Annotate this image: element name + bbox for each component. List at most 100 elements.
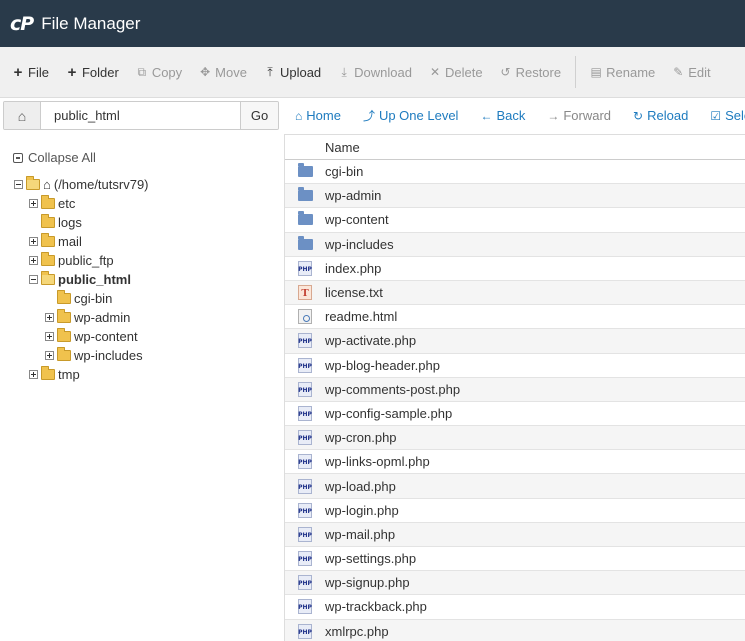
file-type-cell: PHP xyxy=(285,357,325,373)
file-type-cell: PHP xyxy=(285,260,325,276)
edit-button[interactable]: ✎ Edit xyxy=(672,65,710,80)
tree-node-public-ftp[interactable]: public_ftp xyxy=(29,251,114,270)
download-button[interactable]: ⤓ Download xyxy=(338,65,412,80)
tree-node-logs[interactable]: logs xyxy=(29,213,82,232)
column-header-name[interactable]: Name xyxy=(285,135,745,160)
tree-node-public-html[interactable]: public_html xyxy=(29,270,131,289)
expand-toggle-icon[interactable] xyxy=(29,256,38,265)
file-name: wp-mail.php xyxy=(325,526,396,542)
table-row[interactable]: PHP wp-login.php xyxy=(285,499,745,523)
table-row[interactable]: wp-content xyxy=(285,208,745,233)
folder-icon xyxy=(41,214,55,228)
restore-button[interactable]: ↺ Restore xyxy=(500,65,562,80)
php-file-icon: PHP xyxy=(298,454,312,470)
collapse-toggle-icon[interactable] xyxy=(14,180,23,189)
reload-button[interactable]: ↻ Reload xyxy=(633,108,688,123)
tree-node-label: tmp xyxy=(58,367,80,382)
move-label: Move xyxy=(215,64,247,80)
folder-icon xyxy=(297,187,313,202)
move-button[interactable]: ✥ Move xyxy=(199,65,247,80)
home-icon: ⌂ xyxy=(17,107,27,124)
table-row[interactable]: wp-includes xyxy=(285,232,745,257)
table-row[interactable]: PHP wp-load.php xyxy=(285,474,745,499)
php-file-icon: PHP xyxy=(298,502,312,518)
table-row[interactable]: PHP xmlrpc.php xyxy=(285,619,745,641)
table-row[interactable]: PHP wp-trackback.php xyxy=(285,595,745,620)
copy-button[interactable]: ⧉ Copy xyxy=(136,64,183,80)
table-row[interactable]: PHP wp-links-opml.php xyxy=(285,450,745,475)
rename-icon: ▤ xyxy=(590,65,602,79)
tree-node-wp-includes[interactable]: wp-includes xyxy=(45,346,143,365)
table-row[interactable]: PHP wp-mail.php xyxy=(285,522,745,547)
table-row[interactable]: PHP wp-cron.php xyxy=(285,426,745,451)
file-type-cell xyxy=(285,163,325,178)
table-row[interactable]: PHP wp-signup.php xyxy=(285,571,745,596)
delete-label: Delete xyxy=(445,64,483,80)
copy-icon: ⧉ xyxy=(137,64,147,79)
table-row[interactable]: PHP wp-settings.php xyxy=(285,547,745,572)
new-file-button[interactable]: + File xyxy=(12,64,49,81)
expand-toggle-icon[interactable] xyxy=(45,332,54,341)
delete-button[interactable]: ✕ Delete xyxy=(429,65,483,80)
back-button[interactable]: ← Back xyxy=(480,108,525,123)
tree-node-cgi-bin[interactable]: cgi-bin xyxy=(45,289,112,308)
home-button[interactable]: ⌂ Home xyxy=(295,108,341,123)
tree-node-root[interactable]: ⌂ (/home/tutsrv79) xyxy=(14,175,149,194)
expand-toggle-icon[interactable] xyxy=(45,313,54,322)
table-row[interactable]: Tlicense.txt xyxy=(285,280,745,306)
home-label: Home xyxy=(306,108,341,123)
select-all-button[interactable]: ☑ Select xyxy=(710,108,745,123)
expand-toggle-icon[interactable] xyxy=(45,351,54,360)
reload-icon: ↻ xyxy=(633,108,644,123)
table-row[interactable]: PHP wp-activate.php xyxy=(285,329,745,354)
collapse-all-button[interactable]: Collapse All xyxy=(13,150,96,165)
expand-toggle-icon[interactable] xyxy=(29,237,38,246)
home-icon: ⌂ xyxy=(43,177,51,192)
upload-button[interactable]: ⤒ Upload xyxy=(264,65,321,80)
arrow-left-icon: ← xyxy=(480,108,493,123)
up-one-level-button[interactable]: ⤴ Up One Level xyxy=(363,107,459,124)
tree-node-label: cgi-bin xyxy=(74,291,113,306)
tree-node-wp-admin[interactable]: wp-admin xyxy=(45,308,130,327)
go-button[interactable]: Go xyxy=(240,102,278,129)
new-folder-button[interactable]: + Folder xyxy=(66,64,119,81)
expand-toggle-icon[interactable] xyxy=(29,199,38,208)
file-name: license.txt xyxy=(325,285,383,301)
file-name: wp-cron.php xyxy=(325,430,397,446)
file-type-cell xyxy=(285,211,325,226)
table-row[interactable]: wp-admin xyxy=(285,184,745,209)
table-row[interactable]: PHP index.php xyxy=(285,257,745,281)
tree-node-label: etc xyxy=(58,196,76,211)
file-type-cell: PHP xyxy=(285,478,325,494)
file-name: wp-signup.php xyxy=(325,575,410,591)
upload-label: Upload xyxy=(279,64,322,80)
table-row[interactable]: PHP wp-config-sample.php xyxy=(285,402,745,427)
file-list-body: cgi-bin wp-admin wp-content wp-includes PHP i… xyxy=(285,160,745,641)
home-directory-button[interactable]: ⌂ xyxy=(4,102,41,129)
cpanel-logo[interactable]: cP File Manager xyxy=(10,13,140,35)
tree-node-wp-content[interactable]: wp-content xyxy=(45,327,138,346)
file-name: wp-trackback.php xyxy=(325,599,427,615)
level-up-icon: ⤴ xyxy=(362,109,375,123)
php-file-icon: PHP xyxy=(298,575,312,591)
tree-node-etc[interactable]: etc xyxy=(29,194,75,213)
collapse-toggle-icon[interactable] xyxy=(29,275,38,284)
table-row[interactable]: PHP wp-comments-post.php xyxy=(285,377,745,402)
file-type-cell: T xyxy=(285,285,325,301)
expand-toggle-icon[interactable] xyxy=(29,370,38,379)
table-row[interactable]: cgi-bin xyxy=(285,160,745,185)
move-icon: ✥ xyxy=(200,65,211,79)
path-input[interactable] xyxy=(41,102,240,129)
file-name: wp-config-sample.php xyxy=(325,405,453,421)
tree-node-tmp[interactable]: tmp xyxy=(29,365,80,384)
file-name: wp-activate.php xyxy=(325,333,417,349)
folder-icon xyxy=(41,366,55,380)
table-row[interactable]: PHP wp-blog-header.php xyxy=(285,354,745,378)
tree-node-mail[interactable]: mail xyxy=(29,232,82,251)
tree-node-label: logs xyxy=(58,215,82,230)
new-folder-label: Folder xyxy=(81,64,119,80)
rename-button[interactable]: ▤ Rename xyxy=(590,65,655,80)
file-name: readme.html xyxy=(325,309,398,325)
forward-button[interactable]: → Forward xyxy=(547,108,611,123)
table-row[interactable]: readme.html xyxy=(285,305,745,330)
